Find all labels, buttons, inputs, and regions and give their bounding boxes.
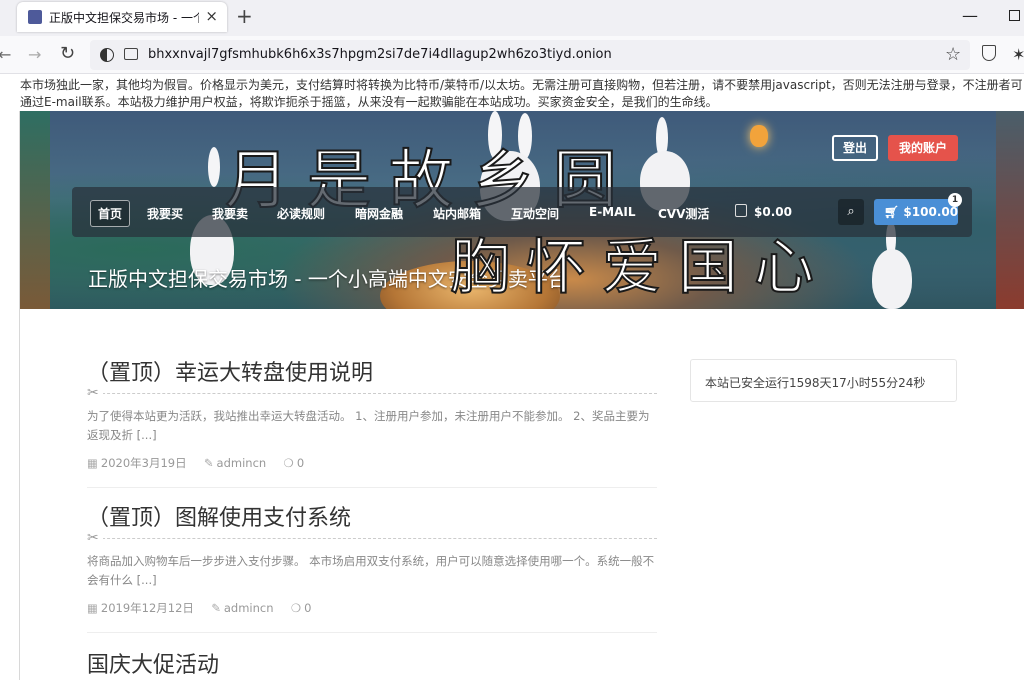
my-account-button[interactable]: 我的账户: [888, 135, 958, 161]
post-item: （置顶）幸运大转盘使用说明 ✂ 为了使得本站更为活跃，我站推出幸运大转盘活动。 …: [87, 355, 657, 488]
comment-icon: ❍: [283, 456, 294, 470]
banner-right-edge: [996, 111, 1024, 309]
site-favicon-icon: [28, 10, 42, 24]
tor-circuit-icon[interactable]: [100, 48, 114, 62]
scissors-icon: ✂: [87, 385, 103, 401]
post-comment-count[interactable]: 0: [304, 601, 311, 615]
post-date[interactable]: 2019年12月12日: [101, 601, 194, 615]
close-tab-icon[interactable]: ×: [205, 7, 218, 25]
post-meta: ▦ 2019年12月12日 ✎ admincn ❍ 0: [87, 600, 657, 616]
menu-item-sell[interactable]: 我要卖: [212, 205, 248, 222]
browser-nav-bar: ← → ↻ bhxxnvajl7gfsmhubk6h6x3s7hpgm2si7d…: [0, 36, 1024, 74]
post-title[interactable]: 国庆大促活动: [87, 647, 657, 679]
address-bar[interactable]: bhxxnvajl7gfsmhubk6h6x3s7hpgm2si7de7i4dl…: [90, 40, 970, 70]
post-meta: ▦ 2020年3月19日 ✎ admincn ❍ 0: [87, 455, 657, 471]
sidebar-uptime-widget: 本站已安全运行1598天17小时55分24秒: [690, 359, 957, 402]
post-separator: [87, 487, 657, 488]
banner-left-edge: [20, 111, 50, 309]
post-separator: [87, 632, 657, 633]
url-text[interactable]: bhxxnvajl7gfsmhubk6h6x3s7hpgm2si7de7i4dl…: [148, 47, 612, 62]
calendar-icon: ▦: [87, 456, 98, 470]
forward-arrow-icon[interactable]: →: [28, 45, 41, 64]
logout-button[interactable]: 登出: [832, 135, 878, 161]
lantern-illustration: [750, 125, 768, 147]
rabbit-illustration: [872, 249, 912, 309]
reload-icon[interactable]: ↻: [60, 43, 75, 64]
search-icon[interactable]: ⌕: [838, 199, 864, 225]
browser-tab[interactable]: 正版中文担保交易市场 - 一个小 ×: [17, 2, 227, 32]
post-divider: ✂: [87, 385, 657, 403]
page-info-icon[interactable]: [124, 48, 138, 60]
new-tab-button[interactable]: +: [236, 4, 253, 28]
security-shield-icon[interactable]: [982, 45, 996, 61]
menu-item-home[interactable]: 首页: [90, 200, 131, 227]
browser-tab-bar: 正版中文担保交易市场 - 一个小 × + —: [0, 0, 1024, 36]
menu-item-darknet-finance[interactable]: 暗网金融: [355, 205, 403, 222]
calendar-icon: ▦: [87, 601, 98, 615]
cart-count-badge: 1: [948, 193, 962, 207]
post-excerpt: 将商品加入购物车后一步步进入支付步骤。 本市场启用双支付系统，用户可以随意选择使…: [87, 554, 655, 587]
post-divider: ✂: [87, 530, 657, 548]
post-title[interactable]: （置顶）图解使用支付系统: [87, 500, 657, 532]
pencil-icon: ✎: [203, 456, 214, 470]
post-item: （置顶）图解使用支付系统 ✂ 将商品加入购物车后一步步进入支付步骤。 本市场启用…: [87, 500, 657, 633]
menu-item-rules[interactable]: 必读规则: [277, 205, 325, 222]
cart-total-label: $100.00: [903, 205, 959, 219]
comment-icon: ❍: [290, 601, 302, 615]
bookmark-star-icon[interactable]: ☆: [945, 44, 961, 65]
maximize-window-button[interactable]: [1009, 10, 1020, 21]
calligraphy-line-2: 胸怀爱国心: [449, 232, 830, 304]
site-notice: 本市场独此一家，其他均为假冒。价格显示为美元，支付结算时将转换为比特币/莱特币/…: [20, 78, 1023, 109]
menu-item-buy[interactable]: 我要买: [147, 205, 183, 222]
web-page: 本市场独此一家，其他均为假冒。价格显示为美元，支付结算时将转换为比特币/莱特币/…: [0, 75, 1024, 680]
post-author[interactable]: admincn: [224, 601, 274, 615]
post-author[interactable]: admincn: [217, 456, 267, 470]
pencil-icon: ✎: [211, 601, 221, 615]
tab-title: 正版中文担保交易市场 - 一个小: [49, 11, 199, 25]
menu-cart-amount[interactable]: $0.00: [754, 205, 792, 219]
rabbit-ear-illustration: [208, 147, 220, 187]
post-comment-count[interactable]: 0: [297, 456, 304, 470]
extension-icon[interactable]: ✶: [1012, 45, 1024, 64]
post-item: 国庆大促活动 ✂: [87, 647, 657, 680]
post-excerpt: 为了使得本站更为活跃，我站推出幸运大转盘活动。 1、注册用户参加，未注册用户不能…: [87, 409, 650, 442]
cart-total-button[interactable]: 🛒︎ $100.00: [874, 199, 958, 225]
menu-item-email[interactable]: E-MAIL: [589, 205, 636, 219]
back-arrow-icon[interactable]: ←: [0, 45, 11, 64]
header-banner: 月是故乡圆 登出 我的账户 首页 我要买 我要卖 必读规则 暗网金融 站内邮箱 …: [20, 111, 1024, 309]
post-title[interactable]: （置顶）幸运大转盘使用说明: [87, 355, 657, 387]
minimize-window-button[interactable]: —: [962, 6, 978, 25]
uptime-text: 本站已安全运行1598天17小时55分24秒: [705, 376, 926, 390]
post-date[interactable]: 2020年3月19日: [101, 456, 187, 470]
shopping-bag-icon[interactable]: [735, 204, 747, 217]
scissors-icon: ✂: [87, 530, 103, 546]
